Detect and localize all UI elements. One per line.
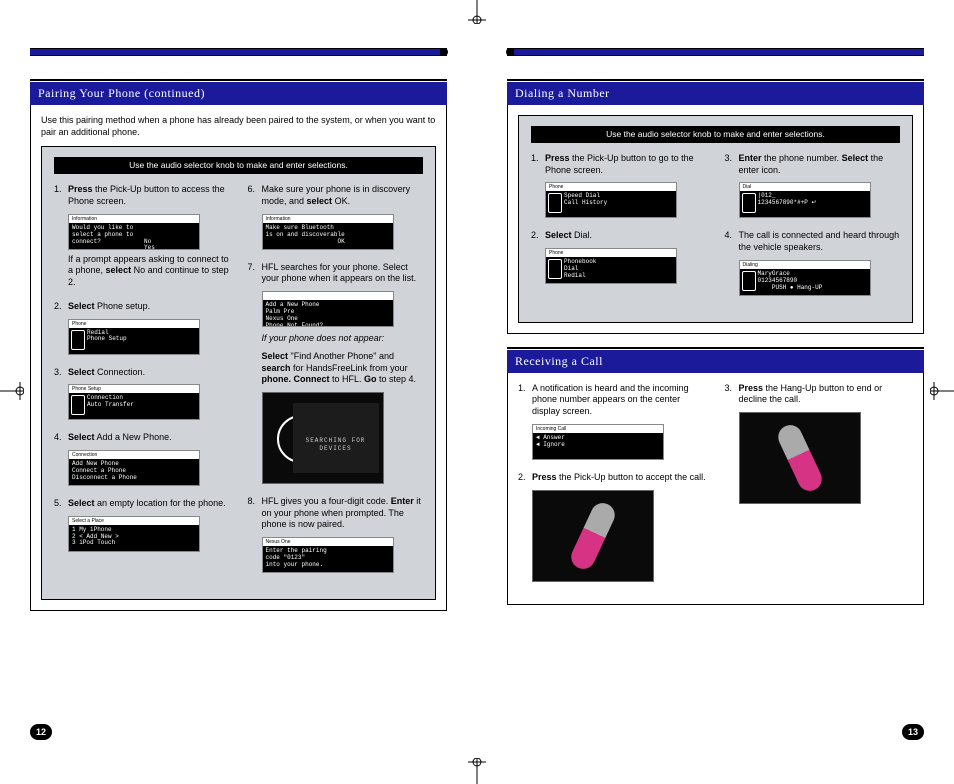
dialing-step-1: Press the Pick-Up button to go to the Ph… bbox=[531, 153, 707, 218]
section-dialing: Dialing a Number Use the audio selector … bbox=[507, 82, 924, 334]
receiving-col-1: A notification is heard and the incoming… bbox=[518, 383, 707, 594]
photo-hangup-button bbox=[739, 412, 861, 504]
screen-bluetooth-on: Information Make sure Bluetooth is on an… bbox=[262, 214, 394, 250]
dialing-col-1: Press the Pick-Up button to go to the Ph… bbox=[531, 153, 707, 308]
screen-add-new-phone: Connection Add New Phone Connect a Phone… bbox=[68, 450, 200, 486]
section-title-pairing: Pairing Your Phone (continued) bbox=[30, 82, 447, 105]
dialing-col-2: Enter the phone number. Select the enter… bbox=[725, 153, 901, 308]
pairing-step-1: Press the Pick-Up button to access the P… bbox=[54, 184, 230, 288]
screen-select-place: Select a Place 1 My iPhone 2 < Add New >… bbox=[68, 516, 200, 552]
pairing-step-1-note: If a prompt appears asking to connect to… bbox=[68, 254, 230, 289]
photo-pickup-button bbox=[532, 490, 654, 582]
screen-incoming-call: Incoming Call ◄ Answer ◄ Ignore bbox=[532, 424, 664, 460]
dialing-step-3: Enter the phone number. Select the enter… bbox=[725, 153, 901, 218]
pairing-step-5: Select an empty location for the phone. … bbox=[54, 498, 230, 552]
button-pill-icon bbox=[774, 421, 825, 495]
screen-connect-prompt: Information Would you like to select a p… bbox=[68, 214, 200, 250]
screen-phone-main: Phone Speed Dial Call History bbox=[545, 182, 677, 218]
top-rule bbox=[30, 48, 447, 56]
pairing-step-4: Select Add a New Phone. Connection Add N… bbox=[54, 432, 230, 486]
pairing-step-7: HFL searches for your phone. Select your… bbox=[248, 262, 424, 484]
section-title-dialing: Dialing a Number bbox=[507, 82, 924, 105]
receiving-col-2: Press the Hang-Up button to end or decli… bbox=[725, 383, 914, 594]
screen-dial-entry: Dial |012_ 1234567890*#+P ↵ bbox=[739, 182, 871, 218]
receiving-step-2: Press the Pick-Up button to accept the c… bbox=[518, 472, 707, 582]
receiving-step-1: A notification is heard and the incoming… bbox=[518, 383, 707, 460]
page-spread: Pairing Your Phone (continued) Use this … bbox=[0, 0, 954, 782]
pairing-step-6: Make sure your phone is in discovery mod… bbox=[248, 184, 424, 249]
button-pill-icon bbox=[567, 499, 618, 573]
page-number-right: 13 bbox=[902, 724, 924, 740]
page-number-left: 12 bbox=[30, 724, 52, 740]
screen-phone-setup: Phone Redial Phone Setup bbox=[68, 319, 200, 355]
pairing-note: If your phone does not appear: bbox=[262, 333, 424, 345]
screen-pairing-code: Nexus One Enter the pairing code "0123" … bbox=[262, 537, 394, 573]
pairing-col-2: Make sure your phone is in discovery mod… bbox=[248, 184, 424, 585]
pairing-col-1: Press the Pick-Up button to access the P… bbox=[54, 184, 230, 585]
pairing-inset: Use the audio selector knob to make and … bbox=[41, 146, 436, 600]
pairing-note-body: Select "Find Another Phone" and search f… bbox=[262, 351, 424, 386]
page-13: Dialing a Number Use the audio selector … bbox=[477, 0, 954, 782]
dialing-inset: Use the audio selector knob to make and … bbox=[518, 115, 913, 323]
screen-searching-devices: SEARCHING FOR DEVICES bbox=[262, 392, 384, 484]
pairing-step-8: HFL gives you a four-digit code. Enter i… bbox=[248, 496, 424, 573]
pairing-step-3: Select Connection. Phone Setup Connectio… bbox=[54, 367, 230, 421]
page-12: Pairing Your Phone (continued) Use this … bbox=[0, 0, 477, 782]
dialing-step-4: The call is connected and heard through … bbox=[725, 230, 901, 295]
pairing-step-2: Select Phone setup. Phone Redial Phone S… bbox=[54, 301, 230, 355]
section-title-receiving: Receiving a Call bbox=[507, 350, 924, 373]
pairing-hint: Use the audio selector knob to make and … bbox=[54, 157, 423, 174]
dialing-step-2: Select Dial. Phone Phonebook Dial Redial bbox=[531, 230, 707, 284]
screen-phone-list: Add a New Phone Palm Pre Nexus One Phone… bbox=[262, 291, 394, 327]
section-receiving: Receiving a Call A notification is heard… bbox=[507, 350, 924, 605]
dialing-hint: Use the audio selector knob to make and … bbox=[531, 126, 900, 143]
receiving-step-3: Press the Hang-Up button to end or decli… bbox=[725, 383, 914, 504]
screen-dialing: Dialing MaryGrace 01234567890 PUSH ● Han… bbox=[739, 260, 871, 296]
top-rule bbox=[507, 48, 924, 56]
screen-connection: Phone Setup Connection Auto Transfer bbox=[68, 384, 200, 420]
section-pairing: Pairing Your Phone (continued) Use this … bbox=[30, 82, 447, 611]
screen-dial-menu: Phone Phonebook Dial Redial bbox=[545, 248, 677, 284]
pairing-intro: Use this pairing method when a phone has… bbox=[41, 115, 436, 138]
